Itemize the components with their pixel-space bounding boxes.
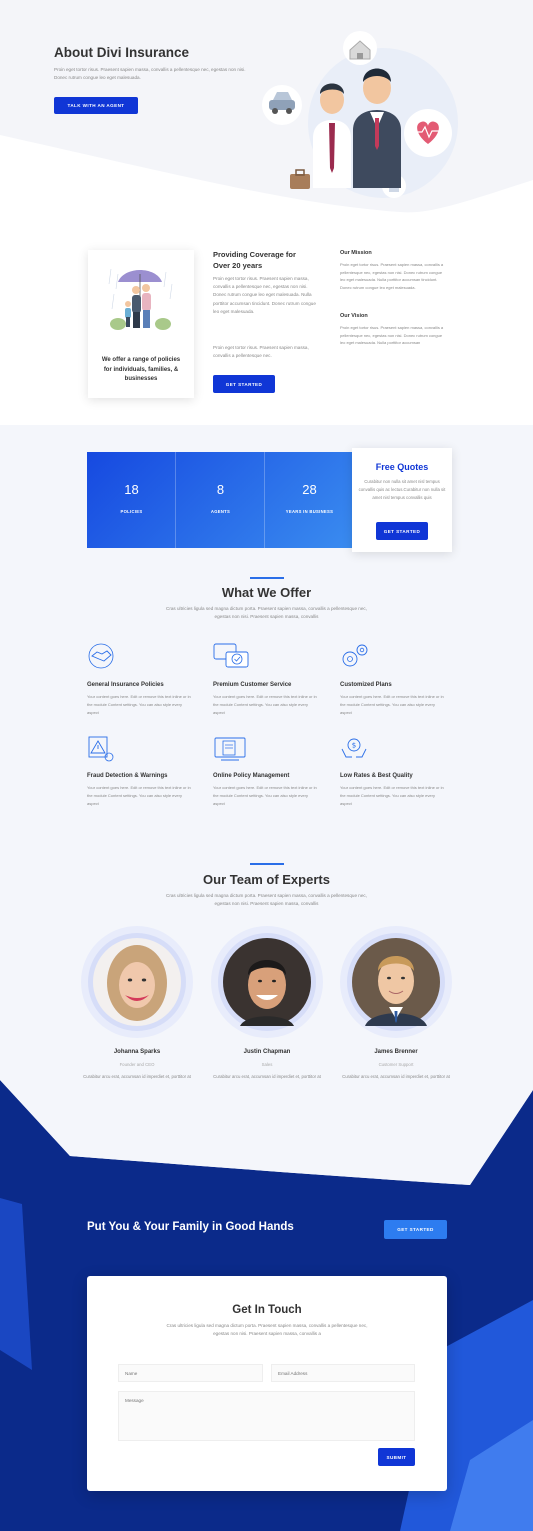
offer-item-title: Online Policy Management <box>213 773 290 779</box>
team-member-role: Sales <box>261 1062 273 1067</box>
family-get-started-button[interactable]: GET STARTED <box>384 1220 447 1239</box>
offer-divider <box>250 577 284 579</box>
offer-item-fraud-detection: Fraud Detection & Warnings Your content … <box>87 735 197 815</box>
team-member-name: Johanna Sparks <box>113 1049 161 1055</box>
money-hands-icon: $ <box>341 738 367 758</box>
free-quotes-text: Curabitur non nulla sit amet nisl tempus… <box>358 479 446 501</box>
warning-icon <box>88 736 114 762</box>
team-section: Our Team of Experts Cras ultricies ligul… <box>0 840 533 1110</box>
offer-item-title: Fraud Detection & Warnings <box>87 773 168 779</box>
stat-policies: 18 POLICIES <box>87 452 176 548</box>
offer-item-text: Your content goes here. Edit or remove t… <box>213 694 317 715</box>
coverage-card-text: We offer a range of policies for individ… <box>101 357 181 382</box>
mission-title: Our Mission <box>340 250 372 256</box>
contact-title: Get In Touch <box>232 1304 302 1316</box>
chat-icon <box>213 643 249 668</box>
team-divider <box>250 863 284 865</box>
offer-item-text: Your content goes here. Edit or remove t… <box>87 785 191 806</box>
offer-title: What We Offer <box>221 585 312 600</box>
team-member-james: James Brenner Customer Support Curabitur… <box>339 925 453 1105</box>
message-input[interactable] <box>118 1391 415 1441</box>
team-member-johanna: Johanna Sparks Founder and CEO Curabitur… <box>80 925 194 1105</box>
stats-section: 18 POLICIES 8 AGENTS 28 YEARS IN BUSINES… <box>0 425 533 570</box>
handshake-icon <box>88 643 114 669</box>
email-input[interactable] <box>271 1364 415 1382</box>
stat-label: POLICIES <box>120 509 143 514</box>
contact-subtitle: Cras ultricies ligula sed magna dictum p… <box>166 1323 368 1337</box>
stat-years: 28 YEARS IN BUSINESS <box>265 452 354 548</box>
talk-with-agent-button[interactable]: TALK WITH AN AGENT <box>54 97 138 114</box>
offer-item-text: Your content goes here. Edit or remove t… <box>340 785 444 806</box>
offer-subtitle: Cras ultricies ligula sed magna dictum p… <box>166 606 367 620</box>
coverage-get-started-button[interactable]: GET STARTED <box>213 375 275 393</box>
team-member-role: Founder and CEO <box>119 1062 155 1067</box>
family-umbrella-illustration <box>108 268 173 330</box>
offer-section: What We Offer Cras ultricies ligula sed … <box>0 570 533 840</box>
cta-contact-section: Put You & Your Family in Good Hands GET … <box>0 1080 533 1531</box>
gears-icon <box>342 644 368 667</box>
offer-item-title: Customized Plans <box>340 682 392 688</box>
coverage-section: We offer a range of policies for individ… <box>0 215 533 425</box>
stat-value: 8 <box>216 482 225 497</box>
offer-item-title: Low Rates & Best Quality <box>340 773 413 779</box>
stats-panel: 18 POLICIES 8 AGENTS 28 YEARS IN BUSINES… <box>87 452 354 548</box>
vision-text: Proin eget tortor risus. Praesent sapien… <box>340 325 444 346</box>
coverage-title: Providing Coverage for Over 20 years <box>213 250 296 270</box>
offer-item-online-policy: Online Policy Management Your content go… <box>213 735 323 815</box>
stat-value: 28 <box>302 482 317 497</box>
svg-text:$: $ <box>352 742 356 750</box>
offer-item-low-rates: $ Low Rates & Best Quality Your content … <box>340 735 450 815</box>
offer-item-title: Premium Customer Service <box>213 682 292 688</box>
team-subtitle: Cras ultricies ligula sed magna dictum p… <box>166 893 367 907</box>
offer-item-customized-plans: Customized Plans Your content goes here.… <box>340 642 450 722</box>
offer-item-text: Your content goes here. Edit or remove t… <box>340 694 444 715</box>
offer-item-title: General Insurance Policies <box>87 682 164 688</box>
offer-item-text: Your content goes here. Edit or remove t… <box>213 785 317 806</box>
team-member-justin: Justin Chapman Sales Curabitur arcu erat… <box>210 925 324 1105</box>
team-title: Our Team of Experts <box>203 872 330 887</box>
team-member-name: James Brenner <box>374 1049 418 1055</box>
coverage-paragraph-1: Proin eget tortor risus. Praesent sapien… <box>213 276 316 314</box>
free-quotes-title: Free Quotes <box>375 462 429 472</box>
vision-title: Our Vision <box>340 313 368 319</box>
mission-text: Proin eget tortor risus. Praesent sapien… <box>340 262 444 290</box>
coverage-paragraph-2: Proin eget tortor risus. Praesent sapien… <box>213 345 309 359</box>
stat-label: AGENTS <box>210 509 231 514</box>
stat-label: YEARS IN BUSINESS <box>285 509 334 514</box>
avatar <box>340 926 452 1038</box>
hero-text: Proin eget tortor risus. Praesent sapien… <box>54 67 246 81</box>
team-member-name: Justin Chapman <box>243 1049 291 1055</box>
name-input[interactable] <box>118 1364 263 1382</box>
stat-agents: 8 AGENTS <box>176 452 265 548</box>
free-quotes-get-started-button[interactable]: GET STARTED <box>376 522 428 540</box>
hero-title: About Divi Insurance <box>54 45 190 60</box>
free-quotes-card: Free Quotes Curabitur non nulla sit amet… <box>352 448 452 552</box>
offer-item-general-insurance: General Insurance Policies Your content … <box>87 642 197 722</box>
team-member-role: Customer Support <box>378 1062 414 1067</box>
avatar <box>81 926 193 1038</box>
stat-value: 18 <box>124 482 139 497</box>
offer-item-customer-service: Premium Customer Service Your content go… <box>213 642 323 722</box>
coverage-card: We offer a range of policies for individ… <box>88 250 194 398</box>
avatar <box>211 926 323 1038</box>
contact-card: Get In Touch Cras ultricies ligula sed m… <box>87 1276 447 1491</box>
hero-illustration <box>262 31 458 198</box>
family-cta-title: Put You & Your Family in Good Hands <box>87 1221 294 1233</box>
offer-item-text: Your content goes here. Edit or remove t… <box>87 694 191 715</box>
monitor-icon <box>214 737 246 761</box>
hero-section: About Divi Insurance Proin eget tortor r… <box>0 0 533 215</box>
submit-button[interactable]: SUBMIT <box>378 1448 415 1466</box>
